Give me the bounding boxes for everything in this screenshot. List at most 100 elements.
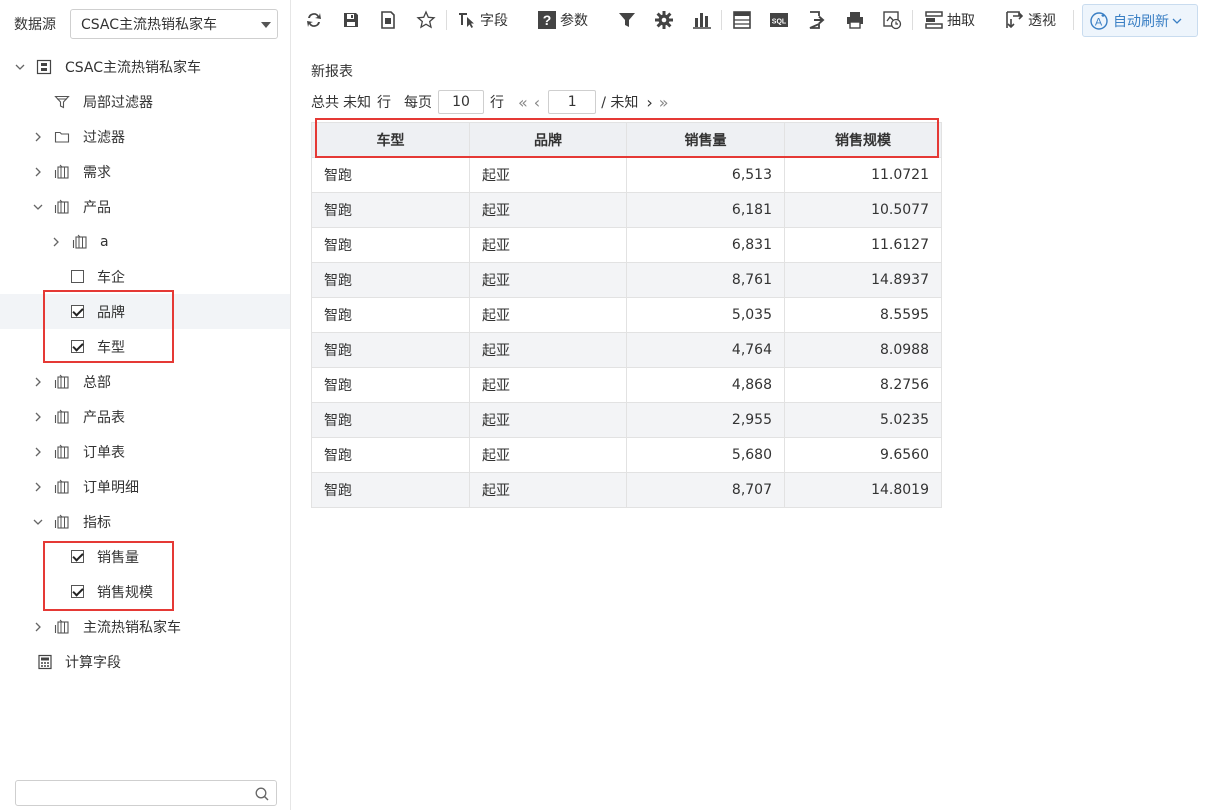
tree-node-order-detail[interactable]: 订单明细 [0, 469, 290, 504]
chevron-down-icon[interactable] [32, 201, 44, 213]
chevron-right-icon[interactable] [32, 376, 44, 388]
table-cell: 6,831 [626, 227, 785, 263]
column-header[interactable]: 车型 [311, 122, 470, 158]
pivot-button[interactable]: 透视 [1005, 8, 1056, 32]
chevron-right-icon[interactable] [32, 131, 44, 143]
checkbox-checked[interactable] [71, 585, 84, 598]
table-cell: 起亚 [469, 297, 627, 333]
export-icon [809, 11, 825, 29]
tree-node-local-filter[interactable]: 局部过滤器 [0, 84, 290, 119]
tree-label: 过滤器 [83, 129, 125, 146]
refresh-button[interactable] [304, 8, 324, 32]
chevron-right-icon[interactable] [32, 166, 44, 178]
favorite-button[interactable] [416, 8, 436, 32]
tree-node-car-company[interactable]: 车企 [0, 259, 290, 294]
tree-node-main-cars[interactable]: 主流热销私家车 [0, 609, 290, 644]
tree-node-brand[interactable]: 品牌 [0, 294, 290, 329]
save-as-button[interactable] [378, 8, 398, 32]
tree-node-filter[interactable]: 过滤器 [0, 119, 290, 154]
pager-total-value: 未知 [343, 95, 371, 111]
search-icon[interactable] [254, 786, 270, 802]
table-icon [54, 199, 70, 215]
chevron-right-icon[interactable] [50, 236, 62, 248]
datasource-select[interactable]: CSAC主流热销私家车 [70, 9, 278, 39]
extract-label: 抽取 [947, 13, 975, 29]
table-row: 智跑 起亚 8,707 14.8019 [311, 472, 942, 508]
table-cell: 智跑 [311, 192, 470, 228]
tree-search-input[interactable] [15, 780, 277, 806]
app-root: 数据源 CSAC主流热销私家车 CSAC主流热销私家车 局部过滤器 过滤器 需求… [0, 0, 1212, 810]
tree-node-root[interactable]: CSAC主流热销私家车 [0, 49, 290, 84]
help-icon: ? [538, 11, 556, 29]
auto-refresh-button[interactable]: A 自动刷新 [1082, 4, 1198, 37]
chevron-right-icon[interactable] [32, 621, 44, 633]
field-button[interactable]: 字段 [457, 8, 508, 32]
chevron-right-icon[interactable] [32, 481, 44, 493]
chevron-down-icon[interactable] [32, 516, 44, 528]
pager-row-label-2: 行 [490, 95, 504, 111]
first-page-icon[interactable]: « [518, 93, 528, 112]
next-page-icon[interactable]: › [646, 93, 652, 112]
chevron-down-icon [261, 22, 271, 28]
table-cell: 8.2756 [784, 367, 942, 403]
tree-node-hq[interactable]: 总部 [0, 364, 290, 399]
sql-icon: SQL [770, 13, 788, 27]
schedule-button[interactable] [882, 8, 902, 32]
save-button[interactable] [341, 8, 361, 32]
table-cell: 智跑 [311, 157, 470, 193]
tree-label: 车企 [97, 269, 125, 286]
tree-node-demand[interactable]: 需求 [0, 154, 290, 189]
table-cell: 14.8019 [784, 472, 942, 508]
tree-node-metrics[interactable]: 指标 [0, 504, 290, 539]
column-header[interactable]: 销售量 [626, 122, 785, 158]
pagination-bar: 总共 未知 行 每页 10 行 « ‹ 1 / 未知 › » [311, 90, 669, 114]
export-button[interactable] [807, 8, 827, 32]
datasource-icon [36, 59, 52, 75]
table-row: 智跑 起亚 6,181 10.5077 [311, 192, 942, 228]
table-cell: 5.0235 [784, 402, 942, 438]
table-row: 智跑 起亚 5,680 9.6560 [311, 437, 942, 473]
tree-node-model[interactable]: 车型 [0, 329, 290, 364]
column-header[interactable]: 销售规模 [784, 122, 942, 158]
tree-node-calc-field[interactable]: 计算字段 [0, 644, 290, 679]
tree-node-sales-volume[interactable]: 销售量 [0, 539, 290, 574]
table-cell: 8,707 [626, 472, 785, 508]
chevron-right-icon[interactable] [32, 446, 44, 458]
page-number-input[interactable]: 1 [548, 90, 597, 114]
extract-button[interactable]: 抽取 [924, 8, 975, 32]
table-icon [54, 479, 70, 495]
param-button[interactable]: ? 参数 [537, 8, 588, 32]
table-cell: 5,680 [626, 437, 785, 473]
chart-button[interactable] [692, 8, 712, 32]
print-button[interactable] [845, 8, 865, 32]
settings-button[interactable] [654, 8, 674, 32]
table-row: 智跑 起亚 4,764 8.0988 [311, 332, 942, 368]
chevron-right-icon[interactable] [32, 411, 44, 423]
tree-label: 指标 [83, 514, 111, 531]
table-row: 智跑 起亚 8,761 14.8937 [311, 262, 942, 298]
funnel-icon [619, 13, 635, 27]
table-cell: 起亚 [469, 472, 627, 508]
toolbar: 字段 ? 参数 SQL 抽取 透视 A 自动刷新 [292, 0, 1212, 42]
filter-button[interactable] [617, 8, 637, 32]
table-style-button[interactable] [732, 8, 752, 32]
sql-button[interactable]: SQL [769, 8, 789, 32]
tree-node-sales-scale[interactable]: 销售规模 [0, 574, 290, 609]
checkbox-unchecked[interactable] [71, 270, 84, 283]
checkbox-checked[interactable] [71, 340, 84, 353]
folder-icon [54, 129, 70, 145]
checkbox-checked[interactable] [71, 550, 84, 563]
last-page-icon[interactable]: » [659, 93, 669, 112]
table-cell: 8,761 [626, 262, 785, 298]
tree-node-a[interactable]: a [0, 224, 290, 259]
tree-node-order-table[interactable]: 订单表 [0, 434, 290, 469]
tree-node-product[interactable]: 产品 [0, 189, 290, 224]
table-icon [54, 514, 70, 530]
chevron-down-icon[interactable] [14, 61, 26, 73]
table-icon [54, 444, 70, 460]
column-header[interactable]: 品牌 [469, 122, 627, 158]
page-size-input[interactable]: 10 [438, 90, 484, 114]
tree-node-product-table[interactable]: 产品表 [0, 399, 290, 434]
prev-page-icon[interactable]: ‹ [534, 93, 540, 112]
checkbox-checked[interactable] [71, 305, 84, 318]
